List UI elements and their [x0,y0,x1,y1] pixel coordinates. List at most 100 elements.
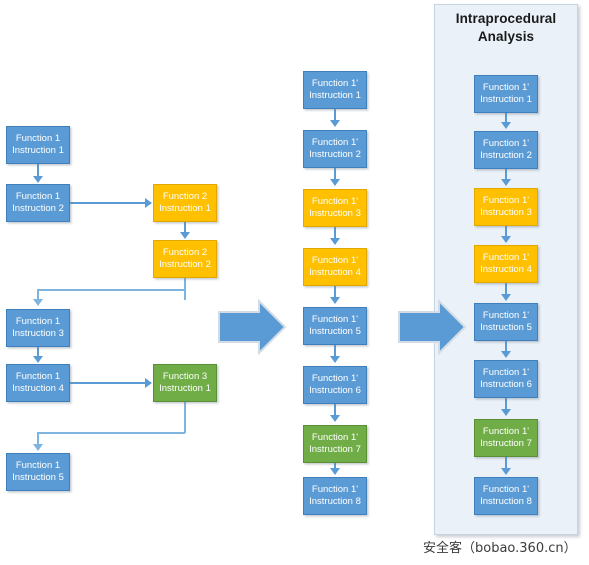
diagram-canvas: Intraprocedural Analysis Function 1 Inst… [0,0,589,565]
box-label-line1: Function 1' [482,138,530,149]
box-r7[interactable]: Function 1' Instruction 7 [474,419,538,457]
connector-f2i2-left [37,289,185,291]
box-label-line2: Instruction 6 [309,385,361,396]
arrowhead-f2i1 [145,198,152,208]
box-label-line2: Instruction 5 [480,322,532,333]
box-m1[interactable]: Function 1' Instruction 1 [303,71,367,109]
box-m4[interactable]: Function 1' Instruction 4 [303,248,367,286]
box-label-line1: Function 1 [15,460,61,471]
arrowhead-f3i1 [145,378,152,388]
box-m5[interactable]: Function 1' Instruction 5 [303,307,367,345]
panel-title-line1: Intraprocedural [455,11,557,26]
arrowhead-f1i4 [33,356,43,363]
box-label-line2: Instruction 3 [12,328,64,339]
box-f1i2[interactable]: Function 1 Instruction 2 [6,184,70,222]
box-r5[interactable]: Function 1' Instruction 5 [474,303,538,341]
box-label-line2: Instruction 2 [309,149,361,160]
box-label-line2: Instruction 6 [480,379,532,390]
box-label-line2: Instruction 4 [12,383,64,394]
arrowhead-m4 [330,238,340,245]
box-label-line1: Function 1' [311,196,359,207]
box-label-line1: Function 3 [162,371,208,382]
box-label-line1: Function 1' [311,373,359,384]
box-label-line2: Instruction 2 [12,203,64,214]
box-f2i2[interactable]: Function 2 Instruction 2 [153,240,217,278]
box-label-line1: Function 1' [482,252,530,263]
connector-f3i1-down [184,402,186,433]
watermark-text: 安全客（bobao.360.cn） [423,541,577,556]
box-f1i4[interactable]: Function 1 Instruction 4 [6,364,70,402]
box-label-line2: Instruction 4 [480,264,532,275]
panel-title: Intraprocedural Analysis [434,10,578,46]
box-label-line1: Function 1' [482,426,530,437]
box-label-line1: Function 1' [482,310,530,321]
box-r8[interactable]: Function 1' Instruction 8 [474,477,538,515]
analysis-scope-arrow [396,298,468,358]
box-label-line2: Instruction 2 [480,150,532,161]
box-f3i1[interactable]: Function 3 Instruction 1 [153,364,217,402]
box-label-line2: Instruction 8 [309,496,361,507]
arrowhead-r2 [501,122,511,129]
box-label-line1: Function 1' [311,78,359,89]
box-r1[interactable]: Function 1' Instruction 1 [474,75,538,113]
box-m7[interactable]: Function 1' Instruction 7 [303,425,367,463]
panel-title-line2: Analysis [477,29,535,44]
arrowhead-m8 [330,468,340,475]
box-r4[interactable]: Function 1' Instruction 4 [474,245,538,283]
box-label-line2: Instruction 5 [12,472,64,483]
box-r2[interactable]: Function 1' Instruction 2 [474,131,538,169]
connector-f3i1-left [37,432,185,434]
arrowhead-r3 [501,179,511,186]
box-label-line1: Function 1 [15,133,61,144]
arrowhead-f2i2 [180,232,190,239]
box-label-line1: Function 2 [162,247,208,258]
box-label-line2: Instruction 7 [480,438,532,449]
box-label-line2: Instruction 7 [309,444,361,455]
box-f1i1[interactable]: Function 1 Instruction 1 [6,126,70,164]
arrowhead-m5 [330,297,340,304]
arrowhead-r8 [501,468,511,475]
arrowhead-m2 [330,120,340,127]
box-label-line1: Function 1' [482,367,530,378]
arrowhead-r7 [501,409,511,416]
box-m6[interactable]: Function 1' Instruction 6 [303,366,367,404]
box-f2i1[interactable]: Function 2 Instruction 1 [153,184,217,222]
box-label-line1: Function 1' [311,137,359,148]
box-label-line2: Instruction 3 [309,208,361,219]
box-label-line1: Function 1' [311,432,359,443]
arrowhead-r6 [501,351,511,358]
box-label-line2: Instruction 4 [309,267,361,278]
box-r6[interactable]: Function 1' Instruction 6 [474,360,538,398]
connector-f1i2-to-f2i1 [70,202,146,204]
box-f1i5[interactable]: Function 1 Instruction 5 [6,453,70,491]
arrowhead-f1i2 [33,176,43,183]
box-label-line1: Function 1' [311,255,359,266]
connector-f1i4-to-f3i1 [70,382,146,384]
box-label-line1: Function 2 [162,191,208,202]
arrowhead-f1i5 [33,444,43,451]
arrowhead-m3 [330,179,340,186]
box-label-line2: Instruction 5 [309,326,361,337]
box-label-line1: Function 1' [482,484,530,495]
box-label-line1: Function 1 [15,191,61,202]
box-m8[interactable]: Function 1' Instruction 8 [303,477,367,515]
box-label-line2: Instruction 1 [159,203,211,214]
box-label-line2: Instruction 1 [480,94,532,105]
arrowhead-r4 [501,236,511,243]
box-f1i3[interactable]: Function 1 Instruction 3 [6,309,70,347]
arrowhead-m7 [330,415,340,422]
arrowhead-m6 [330,356,340,363]
box-label-line2: Instruction 3 [480,207,532,218]
box-label-line1: Function 1' [311,314,359,325]
box-m2[interactable]: Function 1' Instruction 2 [303,130,367,168]
box-r3[interactable]: Function 1' Instruction 3 [474,188,538,226]
box-label-line2: Instruction 1 [309,90,361,101]
box-label-line2: Instruction 2 [159,259,211,270]
arrowhead-f1i3 [33,299,43,306]
box-m3[interactable]: Function 1' Instruction 3 [303,189,367,227]
box-label-line1: Function 1 [15,316,61,327]
box-label-line2: Instruction 8 [480,496,532,507]
box-label-line1: Function 1' [482,195,530,206]
box-label-line2: Instruction 1 [159,383,211,394]
arrowhead-r5 [501,294,511,301]
